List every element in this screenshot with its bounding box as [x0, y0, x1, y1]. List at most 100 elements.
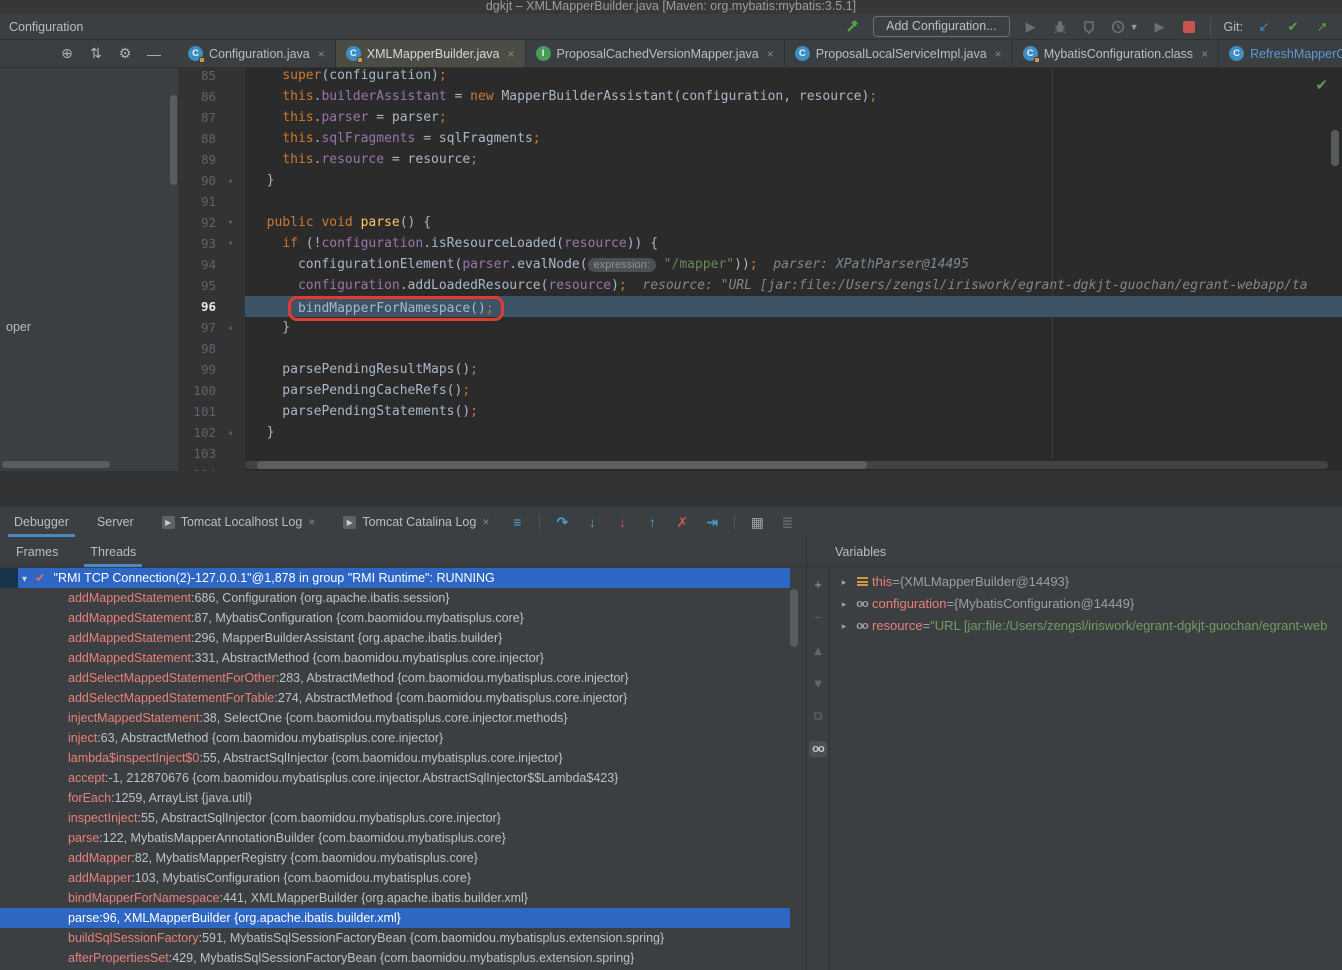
inspection-ok-icon[interactable]: ✔: [1315, 76, 1328, 94]
evaluate-expression-icon[interactable]: ▦: [749, 514, 765, 530]
split-icon[interactable]: ⇅: [88, 46, 104, 62]
editor-tab[interactable]: CXMLMapperBuilder.java×: [336, 40, 526, 67]
coverage-icon[interactable]: [1081, 19, 1097, 35]
close-tab-icon[interactable]: ×: [308, 515, 315, 529]
add-configuration-button[interactable]: Add Configuration...: [873, 16, 1010, 37]
debugger-tab-tomcat-localhost-log[interactable]: ▶Tomcat Localhost Log×: [148, 507, 330, 537]
editor-horizontal-scrollbar[interactable]: [245, 461, 1328, 469]
stack-frame-row[interactable]: addSelectMappedStatementForTable:274, Ab…: [0, 688, 790, 708]
debugger-panel: DebuggerServer▶Tomcat Localhost Log×▶Tom…: [0, 507, 1342, 970]
stack-frame-row[interactable]: addMapper:82, MybatisMapperRegistry {com…: [0, 848, 790, 868]
debugger-tab-server[interactable]: Server: [83, 507, 148, 537]
drop-frame-icon[interactable]: ✗: [674, 514, 690, 530]
run-to-cursor-icon[interactable]: ⇥: [704, 514, 720, 530]
close-tab-icon[interactable]: ×: [318, 47, 325, 61]
build-hammer-icon[interactable]: [844, 19, 860, 35]
editor-tab[interactable]: CRefreshMapperCache.java×: [1219, 40, 1342, 67]
stack-frame-row[interactable]: buildSqlSessionFactory:591, MybatisSqlSe…: [0, 928, 790, 948]
run-alt-icon[interactable]: ▶: [1152, 19, 1168, 35]
stack-frame-row[interactable]: addMappedStatement:331, AbstractMethod {…: [0, 648, 790, 668]
stack-frame-row[interactable]: addMappedStatement:686, Configuration {o…: [0, 588, 790, 608]
fold-start-icon[interactable]: ▾: [216, 212, 245, 233]
stack-frame-row[interactable]: bindMapperForNamespace:441, XMLMapperBui…: [0, 888, 790, 908]
gutter-cell: 103: [178, 443, 245, 464]
profiler-icon[interactable]: [1110, 19, 1126, 35]
editor-vertical-scrollbar[interactable]: [1331, 130, 1339, 166]
stack-frame-row[interactable]: lambda$inspectInject$0:55, AbstractSqlIn…: [0, 748, 790, 768]
step-out-icon[interactable]: ↑: [644, 514, 660, 530]
editor-tab[interactable]: IProposalCachedVersionMapper.java×: [526, 40, 785, 67]
fold-end-icon[interactable]: ▴: [216, 317, 245, 338]
fold-end-icon[interactable]: ▴: [216, 422, 245, 443]
step-over-icon[interactable]: ↷: [554, 514, 570, 530]
push-icon[interactable]: ↗: [1314, 19, 1330, 35]
chevron-down-icon[interactable]: ▾: [22, 574, 27, 585]
layout-settings-icon[interactable]: ≣: [779, 514, 795, 530]
force-step-into-icon[interactable]: ↓: [614, 514, 630, 530]
stack-frame-row[interactable]: forEach:1259, ArrayList {java.util}: [0, 788, 790, 808]
chevron-right-icon[interactable]: ▸: [836, 615, 852, 637]
stack-frame-row[interactable]: injectMappedStatement:38, SelectOne {com…: [0, 708, 790, 728]
debugger-tab-tomcat-catalina-log[interactable]: ▶Tomcat Catalina Log×: [329, 507, 503, 537]
fold-end-icon[interactable]: ▴: [216, 170, 245, 191]
hide-icon[interactable]: —: [146, 46, 162, 62]
thread-row[interactable]: ▾✔"RMI TCP Connection(2)-127.0.0.1"@1,87…: [0, 568, 790, 588]
left-panel-horizontal-scrollbar[interactable]: [2, 461, 110, 468]
thread-label: "RMI TCP Connection(2)-127.0.0.1"@1,878 …: [54, 571, 495, 585]
chevron-right-icon[interactable]: ▸: [836, 571, 852, 593]
stack-frame-row[interactable]: addMappedStatement:296, MapperBuilderAss…: [0, 628, 790, 648]
stack-frame-row[interactable]: parse:122, MybatisMapperAnnotationBuilde…: [0, 828, 790, 848]
commit-icon[interactable]: ✔: [1285, 19, 1301, 35]
debug-icon[interactable]: [1052, 19, 1068, 35]
editor-tab[interactable]: CMybatisConfiguration.class×: [1013, 40, 1219, 67]
close-tab-icon[interactable]: ×: [482, 515, 489, 529]
add-watch-icon[interactable]: +: [809, 576, 827, 592]
update-project-icon[interactable]: ↙: [1256, 19, 1272, 35]
chevron-right-icon[interactable]: ▸: [836, 593, 852, 615]
hamburger-icon[interactable]: ≡: [509, 514, 525, 530]
fold-start-icon[interactable]: ▾: [216, 233, 245, 254]
stack-frame-row[interactable]: addMappedStatement:87, MybatisConfigurat…: [0, 608, 790, 628]
fold-plus-icon[interactable]: +: [216, 464, 245, 471]
remove-watch-icon[interactable]: −: [809, 609, 827, 625]
move-down-icon[interactable]: ▼: [809, 675, 827, 691]
stop-icon[interactable]: [1181, 19, 1197, 35]
close-tab-icon[interactable]: ×: [767, 47, 774, 61]
editor-tab[interactable]: CConfiguration.java×: [178, 40, 336, 67]
code-editor[interactable]: 85 super(configuration);86 this.builderA…: [178, 68, 1342, 471]
duplicate-icon[interactable]: ⧉: [809, 708, 827, 724]
close-tab-icon[interactable]: ×: [1201, 47, 1208, 61]
step-into-icon[interactable]: ↓: [584, 514, 600, 530]
profiler-dropdown-icon[interactable]: ▼: [1130, 22, 1139, 32]
show-watches-icon[interactable]: oo: [809, 741, 827, 757]
stack-frame-row[interactable]: accept:-1, 212870676 {com.baomidou.mybat…: [0, 768, 790, 788]
editor-tab-label: MybatisConfiguration.class: [1044, 47, 1193, 61]
close-tab-icon[interactable]: ×: [508, 47, 515, 61]
left-panel-vertical-scrollbar[interactable]: [170, 95, 177, 185]
stack-frame-row[interactable]: addSelectMappedStatementForOther:283, Ab…: [0, 668, 790, 688]
variable-row[interactable]: ▸this = {XMLMapperBuilder@14493}: [830, 571, 1342, 593]
frame-location: :591, MybatisSqlSessionFactoryBean {com.…: [199, 931, 665, 945]
breadcrumb[interactable]: Configuration: [0, 20, 83, 34]
stack-frame-row[interactable]: parse:96, XMLMapperBuilder {org.apache.i…: [0, 908, 790, 928]
fold-gutter: [216, 359, 245, 380]
editor-tab[interactable]: CProposalLocalServiceImpl.java×: [785, 40, 1013, 67]
frames-scrollbar[interactable]: [790, 589, 798, 647]
stack-frame-row[interactable]: afterPropertiesSet:429, MybatisSqlSessio…: [0, 948, 790, 968]
code-line-89: 89 this.resource = resource;: [178, 149, 1342, 170]
stack-frame-row[interactable]: addMapper:103, MybatisConfiguration {com…: [0, 868, 790, 888]
variable-row[interactable]: ▸ooresource = "URL [jar:file:/Users/zeng…: [830, 615, 1342, 637]
tab-threads[interactable]: Threads: [74, 537, 152, 567]
variable-row[interactable]: ▸ooconfiguration = {MybatisConfiguration…: [830, 593, 1342, 615]
scrollbar-thumb[interactable]: [257, 461, 867, 469]
run-icon[interactable]: ▶: [1023, 19, 1039, 35]
gear-icon[interactable]: ⚙: [117, 46, 133, 62]
debugger-tab-debugger[interactable]: Debugger: [0, 507, 83, 537]
variable-name: resource: [872, 615, 923, 637]
move-up-icon[interactable]: ▲: [809, 642, 827, 658]
stack-frame-row[interactable]: inject:63, AbstractMethod {com.baomidou.…: [0, 728, 790, 748]
tab-frames[interactable]: Frames: [0, 537, 74, 567]
stack-frame-row[interactable]: inspectInject:55, AbstractSqlInjector {c…: [0, 808, 790, 828]
crosshair-icon[interactable]: ⊕: [59, 46, 75, 62]
close-tab-icon[interactable]: ×: [995, 47, 1002, 61]
